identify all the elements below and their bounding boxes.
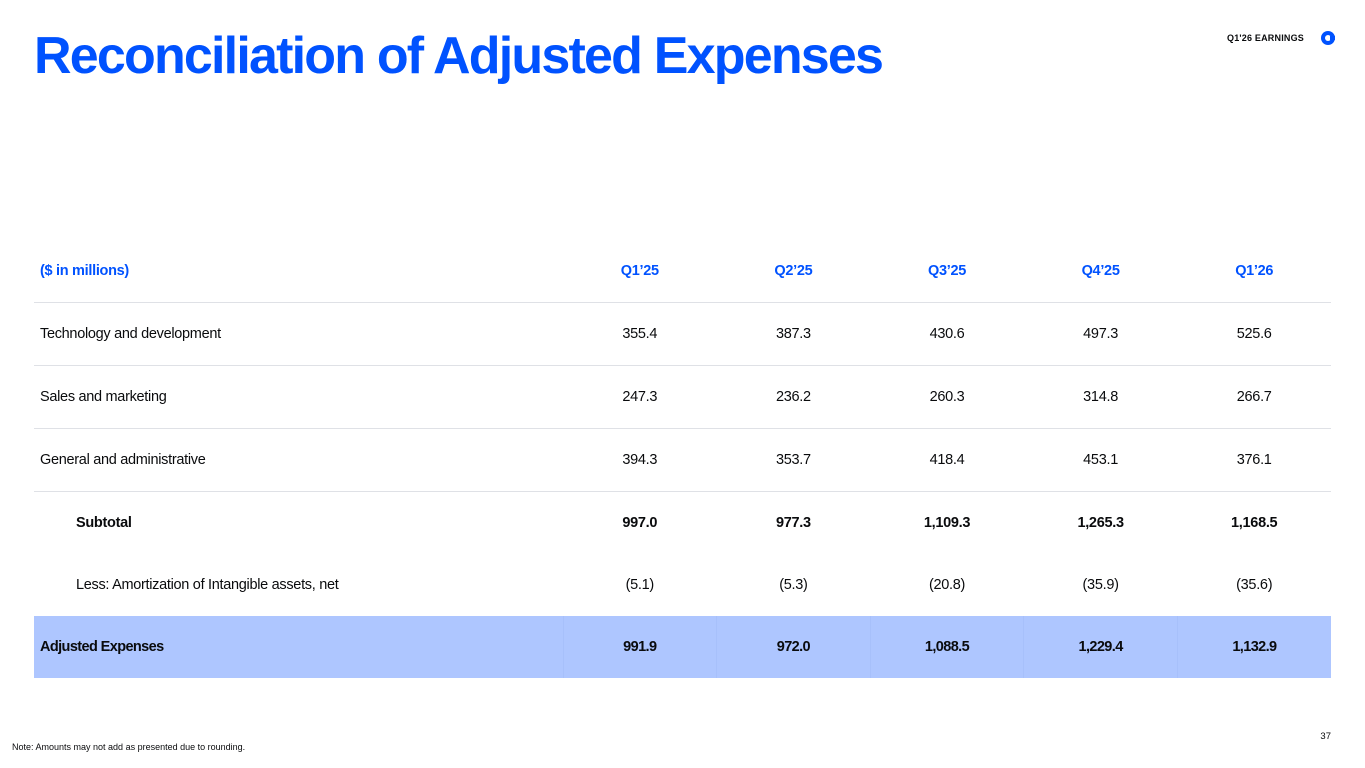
- row-label: General and administrative: [34, 428, 563, 492]
- column-header-q1-25: Q1’25: [563, 240, 717, 303]
- table-cell: 430.6: [870, 302, 1024, 366]
- table-cell: 525.6: [1177, 302, 1331, 366]
- table-row-technology: Technology and development 355.4 387.3 4…: [34, 302, 1331, 366]
- column-header-units: ($ in millions): [34, 240, 563, 303]
- table-cell: 387.3: [716, 302, 871, 366]
- table-cell: 497.3: [1023, 302, 1178, 366]
- page-title: Reconciliation of Adjusted Expenses: [34, 27, 884, 85]
- table-cell: 991.9: [562, 616, 717, 678]
- column-header-q2-25: Q2’25: [716, 240, 871, 303]
- table-cell: 394.3: [563, 428, 717, 492]
- table-cell: (5.3): [779, 577, 808, 593]
- table-row-general-admin: General and administrative 394.3 353.7 4…: [34, 428, 1331, 492]
- table-row-sales-marketing: Sales and marketing 247.3 236.2 260.3 31…: [34, 365, 1331, 429]
- table-cell: 1,168.5: [1231, 515, 1278, 531]
- coinbase-logo-icon: [1321, 31, 1335, 45]
- column-header-q1-26: Q1’26: [1177, 240, 1331, 303]
- table-row-subtotal: Subtotal 997.0 977.3 1,109.3 1,265.3 1,1…: [34, 492, 1331, 555]
- table-cell: 1,265.3: [1077, 515, 1124, 531]
- table-cell: 972.0: [716, 616, 871, 678]
- table-cell: 260.3: [870, 365, 1024, 429]
- earnings-label: Q1'26 EARNINGS: [1227, 33, 1304, 43]
- header-branding: Q1'26 EARNINGS: [1227, 31, 1335, 45]
- table-cell: 266.7: [1177, 365, 1331, 429]
- table-cell: 236.2: [716, 365, 871, 429]
- table-cell: (35.9): [1082, 577, 1119, 593]
- table-cell: 1,088.5: [869, 616, 1024, 678]
- adjusted-expenses-table: ($ in millions) Q1’25 Q2’25 Q3’25 Q4’25 …: [34, 240, 1331, 678]
- row-label: Adjusted Expenses: [34, 616, 563, 678]
- table-cell: 418.4: [870, 428, 1024, 492]
- table-cell: 1,109.3: [923, 515, 971, 531]
- page-number: 37: [1320, 731, 1331, 742]
- table-header-row: ($ in millions) Q1’25 Q2’25 Q3’25 Q4’25 …: [34, 240, 1331, 303]
- table-cell: 314.8: [1023, 365, 1178, 429]
- table-row-amortization: Less: Amortization of Intangible assets,…: [34, 554, 1331, 616]
- row-label: Subtotal: [76, 515, 132, 531]
- table-cell: (20.8): [928, 577, 966, 593]
- table-cell: 977.3: [775, 515, 811, 531]
- table-cell: 997.0: [622, 515, 658, 531]
- row-label: Technology and development: [34, 302, 563, 366]
- table-cell: (5.1): [625, 577, 655, 593]
- column-header-q3-25: Q3’25: [870, 240, 1024, 303]
- column-header-q4-25: Q4’25: [1023, 240, 1178, 303]
- row-label: Sales and marketing: [34, 365, 563, 429]
- table-cell: 247.3: [563, 365, 717, 429]
- table-cell: 453.1: [1023, 428, 1178, 492]
- table-row-adjusted-expenses: Adjusted Expenses 991.9 972.0 1,088.5 1,…: [34, 616, 1331, 678]
- table-cell: 353.7: [716, 428, 871, 492]
- footnote: Note: Amounts may not add as presented d…: [12, 742, 246, 752]
- row-label: Less: Amortization of Intangible assets,…: [76, 577, 339, 593]
- table-cell: (35.6): [1236, 577, 1273, 593]
- table-cell: 1,229.4: [1023, 616, 1178, 678]
- table-cell: 1,132.9: [1176, 616, 1331, 678]
- table-cell: 376.1: [1177, 428, 1331, 492]
- table-cell: 355.4: [563, 302, 717, 366]
